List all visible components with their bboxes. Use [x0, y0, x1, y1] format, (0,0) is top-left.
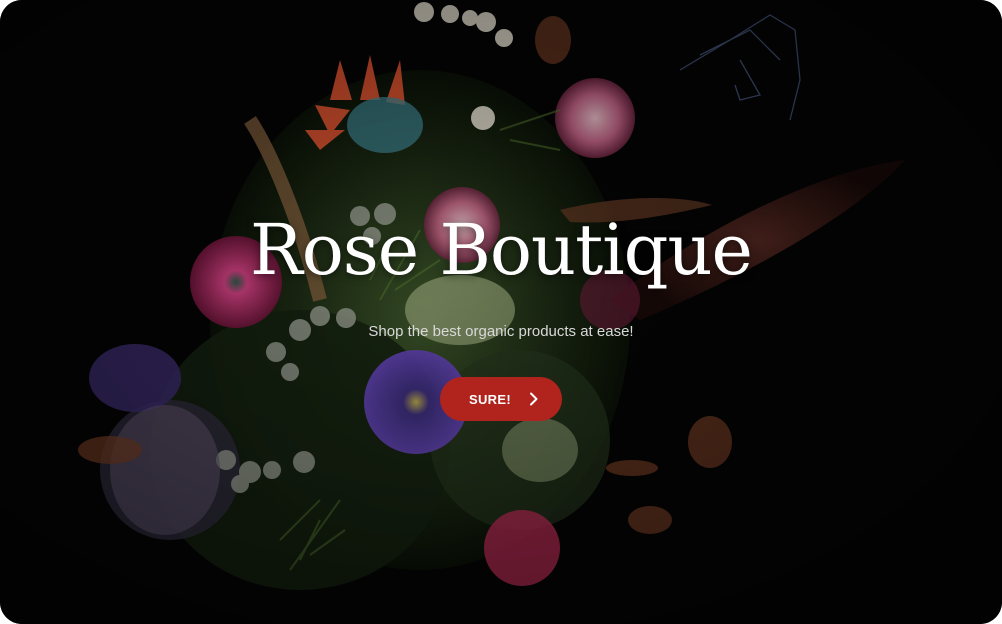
hero-subtitle: Shop the best organic products at ease!: [368, 323, 634, 340]
sure-cta-button[interactable]: SURE!: [440, 377, 562, 421]
page-title: Rose Boutique: [250, 209, 753, 291]
chevron-right-icon: [529, 392, 539, 406]
cta-button-label: SURE!: [469, 391, 511, 407]
hero-section: Rose Boutique Shop the best organic prod…: [0, 0, 1002, 624]
floral-background-image: [0, 0, 1002, 624]
